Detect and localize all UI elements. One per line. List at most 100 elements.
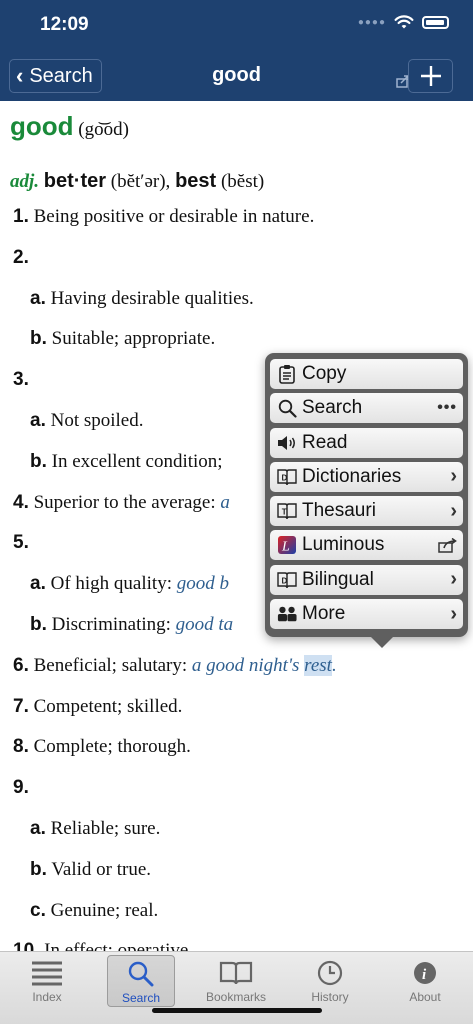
tab-label: About [409,990,441,1004]
more-dots-icon[interactable]: ••• [437,399,457,417]
home-indicator [152,1008,322,1013]
definition-number: a. [30,573,46,595]
definition-text: Genuine; real. [50,899,159,921]
chevron-right-icon: › [450,465,457,488]
menu-item-search[interactable]: Search ••• [270,393,463,424]
back-button[interactable]: ‹ Search [9,59,102,93]
tab-search[interactable]: Search [107,955,175,1007]
svg-text:D: D [282,473,288,482]
back-button-label: Search [29,64,93,87]
menu-item-label: More [302,603,346,625]
definition-number: b. [30,328,47,350]
definition-text: Discriminating: [51,614,171,635]
definition-number: 4. [13,491,29,513]
superlative-pronunciation: (bĕst) [220,171,265,192]
bilingual-icon: D [277,570,297,590]
wifi-icon [394,15,414,29]
clock-icon [317,960,343,986]
definition-line: 5. [13,532,29,554]
menu-item-label: Search [302,397,363,419]
definition-text: Having desirable qualities. [50,287,254,309]
definition-example: good ta [175,614,234,635]
tab-index[interactable]: Index [13,955,81,1007]
definition-text: Being positive or desirable in nature. [33,206,315,227]
definition-line: 8. Complete; thorough. [13,736,191,758]
headword-line: good (go͝od) [10,111,129,142]
headword: good [10,111,74,141]
definition-line: b. Suitable; appropriate. [30,328,215,350]
dictionary-icon: D [277,467,297,487]
navigation-bar: 12:09 ●●●● ‹ Search good [0,0,473,101]
tab-label: Search [121,991,161,1005]
definition-line: 10. In effect; operative. [13,940,193,951]
menu-item-dictionaries[interactable]: D Dictionaries › [270,461,463,492]
definition-text: Complete; thorough. [33,736,191,758]
definition-number: 5. [13,532,29,554]
definition-text: Competent; skilled. [33,695,183,717]
add-bookmark-button[interactable] [408,59,453,93]
menu-item-thesauri[interactable]: T Thesauri › [270,496,463,527]
definition-line: 2. [13,247,29,269]
menu-item-luminous[interactable]: L Luminous [270,530,463,561]
definition-example: good b [176,573,229,595]
chevron-right-icon: › [450,499,457,522]
definition-number: c. [30,899,46,921]
menu-item-more[interactable]: More › [270,599,463,630]
tab-label: Index [32,990,62,1004]
menu-item-label: Thesauri [302,500,376,522]
definition-line: 3. [13,369,29,391]
svg-text:T: T [282,508,287,517]
definition-number: 8. [13,736,29,758]
selected-word[interactable]: rest [304,654,332,676]
tab-bookmarks[interactable]: Bookmarks [202,955,270,1007]
definition-number: 1. [13,206,29,227]
menu-item-label: Bilingual [302,568,374,590]
definition-line: 7. Competent; skilled. [13,696,182,718]
info-icon: i [414,962,436,984]
definition-example: a good night's [191,654,300,676]
luminous-icon: L [277,535,297,555]
definition-line: a. Having desirable qualities. [30,288,254,310]
definition-number: 7. [13,695,29,717]
definition-text: In effect; operative. [44,940,194,951]
battery-icon [422,16,449,29]
pronunciation: (go͝od) [78,119,129,140]
chevron-left-icon: ‹ [16,63,24,88]
definition-line: 9. [13,777,29,799]
context-menu-pointer [370,636,394,648]
status-time: 12:09 [40,14,89,35]
part-of-speech: adj. [10,171,40,192]
definition-text: Of high quality: [50,573,172,595]
menu-item-copy[interactable]: Copy [270,359,463,389]
definition-line: b. In excellent condition; [30,451,223,473]
definition-number: a. [30,287,46,309]
definition-text: Valid or true. [51,858,152,880]
status-icons: ●●●● [358,15,449,30]
menu-item-label: Dictionaries [302,465,402,487]
chevron-right-icon: › [450,568,457,591]
thesaurus-icon: T [277,501,297,521]
clipboard-icon [277,364,297,384]
definition-text: Beneficial; salutary: [33,654,188,676]
definition-line: a. Reliable; sure. [30,818,160,840]
svg-text:D: D [282,576,288,585]
tab-about[interactable]: i About [391,955,459,1007]
context-menu: Copy Search ••• Read D Dictionaries › T … [265,353,468,637]
tab-history[interactable]: History [296,955,364,1007]
tab-label: History [311,990,349,1004]
menu-item-read[interactable]: Read [270,427,463,458]
definition-line: a. Of high quality: good b [30,573,229,595]
comparative-form: bet·ter [43,170,107,192]
menu-item-bilingual[interactable]: D Bilingual › [270,564,463,595]
svg-text:L: L [281,540,290,555]
tab-label: Bookmarks [205,990,267,1004]
definition-number: b. [30,858,47,880]
definition-line: a. Not spoiled. [30,410,144,432]
definition-line: b. Valid or true. [30,859,151,881]
definition-number: 9. [13,777,29,799]
magnifier-icon [128,961,154,987]
definition-line: 4. Superior to the average: a [13,492,230,514]
definition-number: a. [30,818,46,839]
menu-item-label: Read [302,431,348,453]
definition-number: 2. [13,246,29,268]
